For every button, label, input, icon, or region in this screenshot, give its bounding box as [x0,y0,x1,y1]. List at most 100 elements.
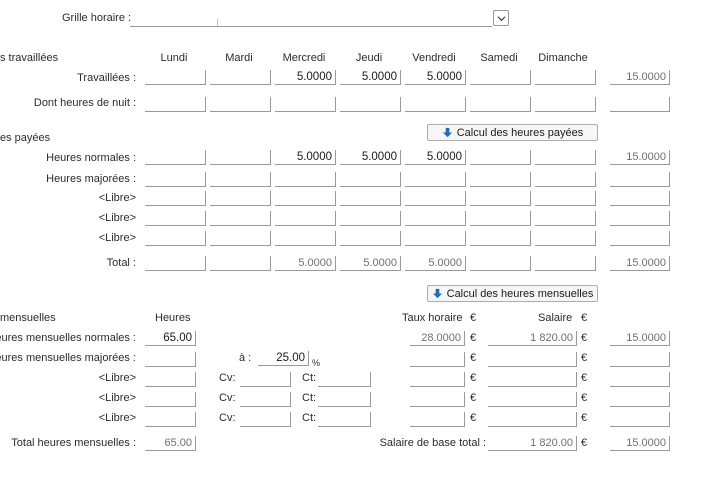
mens-normales-total[interactable]: 15.0000 [610,331,670,346]
mens-libre3-salaire[interactable] [488,412,577,427]
grille-horaire-combo[interactable] [130,12,492,27]
cell-normales-jeudi[interactable]: 5.0000 [340,150,401,165]
cell-normales-vendredi[interactable]: 5.0000 [405,150,466,165]
cell-libre2-total[interactable] [610,211,670,226]
cell-total-samedi[interactable] [470,256,531,271]
mens-libre1-total[interactable] [610,372,670,387]
majoration-taux-input[interactable]: 25.00 [258,351,309,366]
cell-libre1-vendredi[interactable] [405,191,466,206]
cell-total-total[interactable]: 15.0000 [610,256,670,271]
cell-libre3-samedi[interactable] [470,231,531,246]
cell-total-mardi[interactable] [210,256,271,271]
cell-travaillees-total[interactable]: 15.0000 [610,70,670,85]
cell-normales-mardi[interactable] [210,150,271,165]
cell-libre3-total[interactable] [610,231,670,246]
cell-libre3-mardi[interactable] [210,231,271,246]
cell-libre3-jeudi[interactable] [340,231,401,246]
mens-majorees-total[interactable] [610,352,670,367]
calcul-heures-mensuelles-button[interactable]: Calcul des heures mensuelles [427,285,598,302]
cell-libre1-jeudi[interactable] [340,191,401,206]
cell-total-dimanche[interactable] [535,256,596,271]
day-header-5: Samedi [480,52,518,64]
cell-majorees-lundi[interactable] [145,172,206,187]
cell-travaillees-dimanche[interactable] [535,70,596,85]
cell-libre2-mercredi[interactable] [275,211,336,226]
cell-total-mercredi[interactable]: 5.0000 [275,256,336,271]
cell-majorees-mercredi[interactable] [275,172,336,187]
cell-majorees-total[interactable] [610,172,670,187]
mens-libre1-ct-input[interactable] [318,372,371,387]
mens-total-salaire[interactable]: 1 820.00 [488,436,577,451]
mens-majorees-heures[interactable] [145,352,196,367]
mens-total-heures[interactable]: 65.00 [145,436,196,451]
cell-libre1-dimanche[interactable] [535,191,596,206]
cell-libre3-vendredi[interactable] [405,231,466,246]
mens-libre1-salaire[interactable] [488,372,577,387]
cell-normales-total[interactable]: 15.0000 [610,150,670,165]
grille-horaire-dropdown-button[interactable] [493,10,509,26]
cell-nuit-vendredi[interactable] [405,97,466,112]
cell-libre1-samedi[interactable] [470,191,531,206]
mens-libre1-heures[interactable] [145,372,196,387]
mens-normales-salaire[interactable]: 1 820.00 [488,331,577,346]
cell-majorees-vendredi[interactable] [405,172,466,187]
cell-libre2-dimanche[interactable] [535,211,596,226]
cell-nuit-samedi[interactable] [470,97,531,112]
cell-nuit-lundi[interactable] [145,97,206,112]
cell-nuit-dimanche[interactable] [535,97,596,112]
mens-libre3-taux[interactable] [410,412,465,427]
cell-libre1-total[interactable] [610,191,670,206]
cell-majorees-jeudi[interactable] [340,172,401,187]
mens-libre2-ct-input[interactable] [318,392,371,407]
cell-travaillees-lundi[interactable] [145,70,206,85]
mens-libre2-cv-input[interactable] [240,392,291,407]
cell-libre2-jeudi[interactable] [340,211,401,226]
cell-travaillees-jeudi[interactable]: 5.0000 [340,70,401,85]
cell-total-lundi[interactable] [145,256,206,271]
cell-nuit-mercredi[interactable] [275,97,336,112]
cell-nuit-jeudi[interactable] [340,97,401,112]
cell-normales-mercredi[interactable]: 5.0000 [275,150,336,165]
mens-normales-heures[interactable]: 65.00 [145,331,196,346]
mens-total-total[interactable]: 15.0000 [610,436,670,451]
mens-libre2-total[interactable] [610,392,670,407]
mens-libre2-salaire[interactable] [488,392,577,407]
cell-libre1-lundi[interactable] [145,191,206,206]
cell-total-vendredi[interactable]: 5.0000 [405,256,466,271]
cell-normales-lundi[interactable] [145,150,206,165]
cell-majorees-samedi[interactable] [470,172,531,187]
cell-total-jeudi[interactable]: 5.0000 [340,256,401,271]
mens-libre2-taux[interactable] [410,392,465,407]
cell-libre3-mercredi[interactable] [275,231,336,246]
cell-travaillees-mardi[interactable] [210,70,271,85]
cell-travaillees-mercredi[interactable]: 5.0000 [275,70,336,85]
cell-libre3-lundi[interactable] [145,231,206,246]
calcul-heures-payees-button[interactable]: Calcul des heures payées [427,124,598,141]
mens-libre3-heures[interactable] [145,412,196,427]
cell-libre1-mardi[interactable] [210,191,271,206]
cell-majorees-mardi[interactable] [210,172,271,187]
cell-travaillees-samedi[interactable] [470,70,531,85]
cell-nuit-total[interactable] [610,97,670,112]
cell-normales-samedi[interactable] [470,150,531,165]
cell-libre3-dimanche[interactable] [535,231,596,246]
cell-majorees-dimanche[interactable] [535,172,596,187]
cell-normales-dimanche[interactable] [535,150,596,165]
mens-libre1-taux[interactable] [410,372,465,387]
cell-libre2-samedi[interactable] [470,211,531,226]
cell-libre2-mardi[interactable] [210,211,271,226]
mens-normales-taux[interactable]: 28.0000 [410,331,465,346]
mens-majorees-taux[interactable] [410,352,465,367]
mens-libre1-cv-input[interactable] [240,372,291,387]
mens-libre3-ct-input[interactable] [318,412,371,427]
row-label-normales: Heures normales : [46,152,136,164]
cell-travaillees-vendredi[interactable]: 5.0000 [405,70,466,85]
mens-majorees-salaire[interactable] [488,352,577,367]
mens-libre3-total[interactable] [610,412,670,427]
mens-libre2-heures[interactable] [145,392,196,407]
cell-libre2-vendredi[interactable] [405,211,466,226]
cell-nuit-mardi[interactable] [210,97,271,112]
mens-libre3-cv-input[interactable] [240,412,291,427]
cell-libre1-mercredi[interactable] [275,191,336,206]
cell-libre2-lundi[interactable] [145,211,206,226]
